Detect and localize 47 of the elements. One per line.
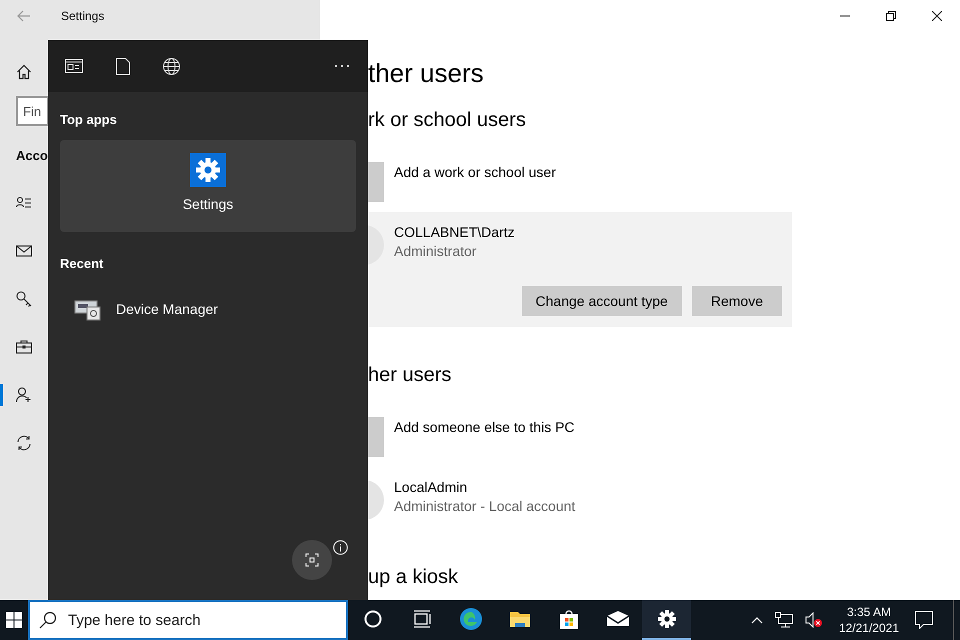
window-title: Settings (61, 9, 104, 23)
section-heading: rk or school users (368, 108, 526, 133)
app-tile[interactable]: Settings (60, 140, 356, 232)
section-heading: Acco (16, 148, 49, 163)
more-icon[interactable] (334, 64, 350, 68)
search-field[interactable]: Type here to search (28, 600, 348, 640)
windows-logo-icon[interactable] (6, 612, 22, 628)
mail-icon[interactable] (16, 243, 32, 259)
user-role: Administrator - Local account (394, 497, 576, 516)
search-icon (39, 611, 57, 629)
account-button[interactable]: Remove (692, 286, 782, 316)
key-icon[interactable] (16, 291, 32, 307)
recent-item[interactable]: Device Manager (60, 295, 356, 323)
user-name: LocalAdmin (394, 478, 468, 497)
sync-icon[interactable] (16, 435, 32, 451)
gear-icon (190, 153, 226, 187)
network-icon[interactable] (774, 612, 793, 628)
user-name: COLLABNET\Dartz (394, 223, 515, 242)
restore-icon[interactable] (886, 11, 896, 21)
account-button[interactable]: Change account type (522, 286, 682, 316)
globe-icon[interactable] (163, 58, 180, 74)
clock-date[interactable]: 12/21/2021 (838, 620, 899, 636)
section-heading: Recent (60, 256, 104, 272)
taskbar-button[interactable] (642, 600, 691, 640)
section-heading: Top apps (60, 112, 118, 128)
info-icon[interactable] (333, 540, 348, 555)
person-add-icon[interactable] (16, 387, 32, 403)
page-title: ther users (368, 57, 484, 89)
close-icon[interactable] (932, 11, 942, 21)
chevron-up-icon[interactable] (750, 616, 763, 624)
add-user-label[interactable]: Add a work or school user (394, 162, 556, 202)
focus-frame-icon (305, 553, 319, 567)
search-field[interactable]: Fin (16, 96, 49, 126)
section-heading: her users (368, 363, 452, 388)
user-role: Administrator (394, 242, 478, 261)
home-icon[interactable] (16, 64, 32, 80)
screenshot-button[interactable] (292, 540, 332, 580)
clock-time[interactable]: 3:35 AM (846, 604, 891, 620)
document-icon[interactable] (116, 58, 130, 74)
add-user-label[interactable]: Add someone else to this PC (394, 417, 575, 457)
briefcase-icon[interactable] (16, 339, 32, 355)
apps-filter-icon[interactable] (65, 59, 83, 73)
section-heading: up a kiosk (368, 565, 458, 590)
notification-icon[interactable] (915, 611, 933, 629)
user-card[interactable]: COLLABNET\Dartz Administrator Change account type Remove (368, 212, 792, 327)
speaker-muted-icon[interactable] (804, 612, 823, 628)
browser-icon[interactable] (458, 607, 482, 631)
